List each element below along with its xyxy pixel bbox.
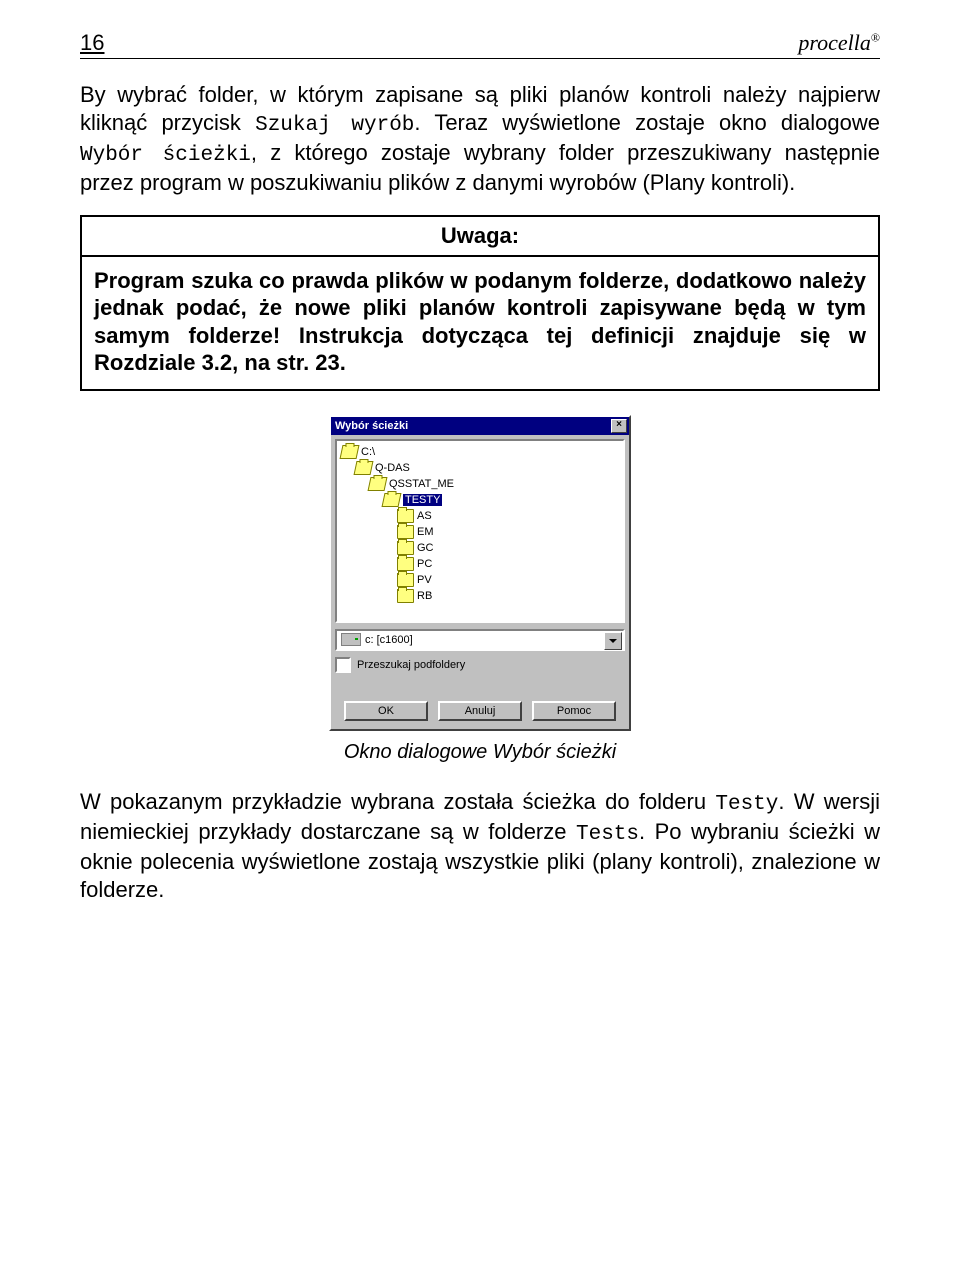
folder-open-icon [382, 493, 402, 507]
folder-tree-item[interactable]: C:\ [337, 444, 623, 460]
combobox-dropdown-button[interactable] [604, 632, 622, 650]
brand-text: procella [798, 30, 871, 55]
p2-t1: W pokazanym przykładzie wybrana została … [80, 789, 715, 814]
folder-tree-item-label: GC [417, 542, 434, 554]
dialog-title: Wybór ścieżki [335, 420, 408, 432]
folder-tree-item-label: EM [417, 526, 434, 538]
folder-tree-item-label: TESTY [403, 494, 442, 506]
folder-tree-item[interactable]: PC [337, 556, 623, 572]
p1-code-1: Szukaj wyrób [255, 114, 414, 137]
page-number: 16 [80, 30, 104, 56]
brand-name: procella® [798, 30, 880, 56]
p2-code-2: Tests [576, 823, 639, 846]
search-subfolders-checkbox[interactable] [335, 657, 351, 673]
page-header: 16 procella® [80, 30, 880, 59]
folder-tree-item[interactable]: GC [337, 540, 623, 556]
folder-tree-item[interactable]: PV [337, 572, 623, 588]
folder-tree-item-label: Q-DAS [375, 462, 410, 474]
drive-icon [341, 633, 361, 646]
folder-tree-item[interactable]: RB [337, 588, 623, 604]
folder-tree-item[interactable]: TESTY [337, 492, 623, 508]
p1-t2: . Teraz wyświetlone zostaje okno dialogo… [414, 110, 880, 135]
folder-tree-item-label: RB [417, 590, 432, 602]
folder-closed-icon [397, 573, 414, 587]
folder-closed-icon [397, 525, 414, 539]
folder-tree-item-label: QSSTAT_ME [389, 478, 454, 490]
cancel-button[interactable]: Anuluj [438, 701, 522, 721]
path-dialog: Wybór ścieżki × C:\Q-DAS QSSTAT_ME TESTY AS… [329, 415, 631, 731]
close-icon: × [616, 419, 622, 430]
dialog-titlebar: Wybór ścieżki × [331, 417, 629, 435]
folder-closed-icon [397, 589, 414, 603]
folder-open-icon [368, 477, 388, 491]
registered-mark: ® [871, 31, 880, 45]
folder-tree-item[interactable]: Q-DAS [337, 460, 623, 476]
folder-tree-item[interactable]: EM [337, 524, 623, 540]
folder-tree-item-label: C:\ [361, 446, 375, 458]
search-subfolders-label: Przeszukaj podfoldery [357, 659, 465, 671]
p2-code-1: Testy [715, 793, 778, 816]
folder-tree-item[interactable]: QSSTAT_ME [337, 476, 623, 492]
note-body: Program szuka co prawda plików w podanym… [82, 257, 878, 389]
note-title: Uwaga: [82, 217, 878, 257]
folder-tree-item[interactable]: AS [337, 508, 623, 524]
paragraph-after-figure: W pokazanym przykładzie wybrana została … [80, 788, 880, 904]
close-button[interactable]: × [611, 419, 627, 433]
folder-open-icon [354, 461, 374, 475]
folder-closed-icon [397, 557, 414, 571]
folder-closed-icon [397, 541, 414, 555]
folder-tree-item-label: PC [417, 558, 432, 570]
note-box: Uwaga: Program szuka co prawda plików w … [80, 215, 880, 391]
ok-button[interactable]: OK [344, 701, 428, 721]
drive-combobox[interactable]: c: [c1600] [335, 629, 625, 651]
folder-open-icon [340, 445, 360, 459]
folder-tree-item-label: AS [417, 510, 432, 522]
help-button[interactable]: Pomoc [532, 701, 616, 721]
folder-closed-icon [397, 509, 414, 523]
drive-label: c: [c1600] [365, 634, 413, 646]
paragraph-intro: By wybrać folder, w którym zapisane są p… [80, 81, 880, 197]
figure-caption: Okno dialogowe Wybór ścieżki [80, 741, 880, 764]
folder-tree[interactable]: C:\Q-DAS QSSTAT_ME TESTY AS EM GC PC PV RB [335, 439, 625, 623]
folder-tree-item-label: PV [417, 574, 432, 586]
p1-code-2: Wybór ścieżki [80, 144, 251, 167]
